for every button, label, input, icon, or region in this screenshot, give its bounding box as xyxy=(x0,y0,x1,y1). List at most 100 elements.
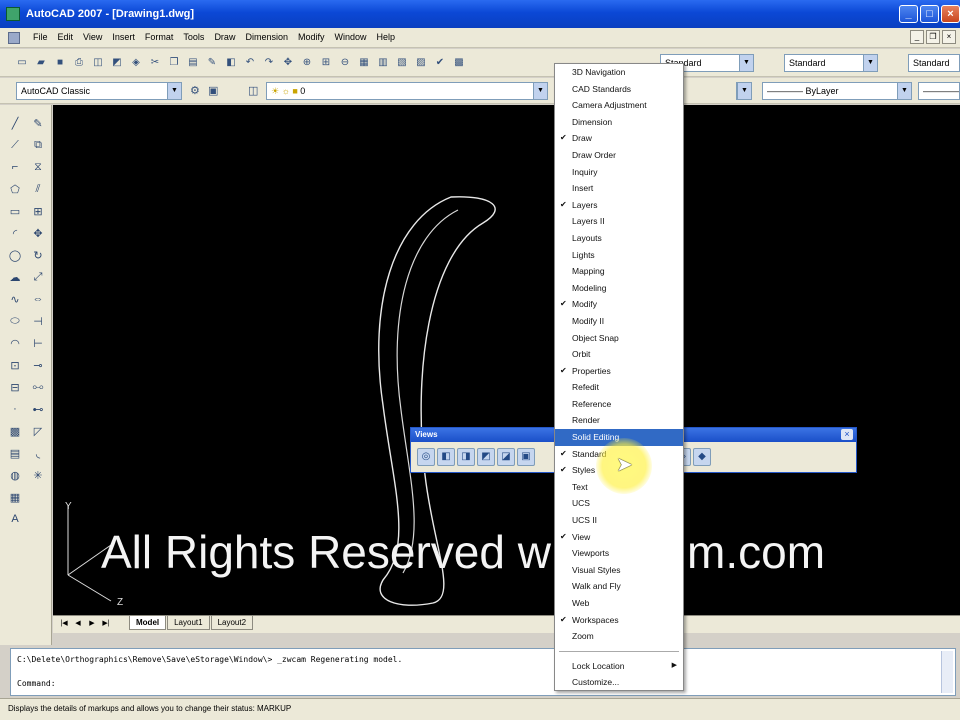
menu-tools[interactable]: Tools xyxy=(178,32,209,42)
ellipse-icon[interactable]: ⬭ xyxy=(5,315,25,337)
move-icon[interactable]: ✥ xyxy=(28,227,48,249)
make-block-icon[interactable]: ⊟ xyxy=(5,381,25,403)
doc-minimize-button[interactable]: _ xyxy=(910,30,924,44)
polyline-icon[interactable]: ⌐ xyxy=(5,161,25,183)
gradient-icon[interactable]: ▤ xyxy=(5,447,25,469)
layer-manager-icon[interactable]: ◫ xyxy=(248,84,258,97)
menu-insert[interactable]: Insert xyxy=(107,32,140,42)
workspace-combo[interactable]: AutoCAD Classic ▼ xyxy=(16,82,182,100)
line-icon[interactable]: ╱ xyxy=(5,117,25,139)
rectangle-icon[interactable]: ▭ xyxy=(5,205,25,227)
linetype-combo[interactable]: ———— ByLayer ▼ xyxy=(762,82,912,100)
tab-layout1[interactable]: Layout1 xyxy=(167,616,210,630)
ellipse-arc-icon[interactable]: ◠ xyxy=(5,337,25,359)
workspace-settings-icon[interactable]: ⚙ xyxy=(190,84,200,97)
menu-item-properties[interactable]: ✔ Properties xyxy=(555,363,683,380)
chevron-down-icon[interactable]: ▼ xyxy=(863,55,877,71)
table-style-combo[interactable]: Standard xyxy=(908,54,960,72)
chevron-down-icon[interactable]: ▼ xyxy=(167,83,181,99)
menu-item-web[interactable]: Web xyxy=(555,595,683,612)
mirror-icon[interactable]: ⧖ xyxy=(28,161,48,183)
menu-file[interactable]: File xyxy=(28,32,53,42)
redo-icon[interactable]: ↷ xyxy=(261,55,277,71)
close-button[interactable]: × xyxy=(941,5,960,23)
zoom-window-icon[interactable]: ⊞ xyxy=(318,55,334,71)
document-icon[interactable] xyxy=(8,32,20,44)
next-tab-icon[interactable]: ▶ xyxy=(85,619,99,627)
left-view-icon[interactable]: ◩ xyxy=(477,448,495,466)
chevron-down-icon[interactable]: ▼ xyxy=(897,83,911,99)
menu-item-refedit[interactable]: Refedit xyxy=(555,379,683,396)
publish-icon[interactable]: ◩ xyxy=(109,55,125,71)
match-properties-icon[interactable]: ✎ xyxy=(204,55,220,71)
menu-view[interactable]: View xyxy=(78,32,107,42)
construction-line-icon[interactable]: ⟋ xyxy=(5,139,25,161)
fillet-icon[interactable]: ◟ xyxy=(28,447,48,469)
join-icon[interactable]: ⊷ xyxy=(28,403,48,425)
polygon-icon[interactable]: ⬠ xyxy=(5,183,25,205)
chevron-down-icon[interactable]: ▼ xyxy=(737,83,751,99)
sheet-set-icon[interactable]: ▨ xyxy=(413,55,429,71)
table-icon[interactable]: ▦ xyxy=(5,491,25,513)
break-at-point-icon[interactable]: ⊸ xyxy=(28,359,48,381)
menu-item-workspaces[interactable]: ✔ Workspaces xyxy=(555,612,683,629)
arc-icon[interactable]: ◜ xyxy=(5,227,25,249)
minimize-button[interactable]: _ xyxy=(899,5,918,23)
menu-item-dimension[interactable]: Dimension xyxy=(555,114,683,131)
drawing-canvas[interactable]: Y Z All Rights Reserved w ajim.com xyxy=(53,105,960,615)
chevron-down-icon[interactable]: ▼ xyxy=(739,55,753,71)
insert-block-icon[interactable]: ⊡ xyxy=(5,359,25,381)
close-icon[interactable]: × xyxy=(841,429,853,440)
design-center-icon[interactable]: ▥ xyxy=(375,55,391,71)
cut-icon[interactable]: ✂ xyxy=(147,55,163,71)
menu-item-lights[interactable]: Lights xyxy=(555,247,683,264)
front-view-icon[interactable]: ▣ xyxy=(517,448,535,466)
menu-dimension[interactable]: Dimension xyxy=(240,32,293,42)
menu-item-reference[interactable]: Reference xyxy=(555,396,683,413)
prev-tab-icon[interactable]: ◀ xyxy=(71,619,85,627)
menu-item-ucs[interactable]: UCS xyxy=(555,495,683,512)
my-workspace-icon[interactable]: ▣ xyxy=(208,84,218,97)
menu-item-customize[interactable]: Customize... xyxy=(555,674,683,691)
menu-item-layers-ii[interactable]: Layers II xyxy=(555,213,683,230)
menu-item-modify[interactable]: ✔ Modify xyxy=(555,296,683,313)
menu-draw[interactable]: Draw xyxy=(209,32,240,42)
named-views-icon[interactable]: ◎ xyxy=(417,448,435,466)
menu-item-mapping[interactable]: Mapping xyxy=(555,263,683,280)
menu-item-zoom[interactable]: Zoom xyxy=(555,628,683,645)
erase-icon[interactable]: ✎ xyxy=(28,117,48,139)
first-tab-icon[interactable]: |◀ xyxy=(57,619,71,627)
menu-item-view[interactable]: ✔ View xyxy=(555,529,683,546)
rotate-icon[interactable]: ↻ xyxy=(28,249,48,271)
menu-edit[interactable]: Edit xyxy=(53,32,79,42)
calculator-icon[interactable]: ▩ xyxy=(451,55,467,71)
menu-item-render[interactable]: Render xyxy=(555,412,683,429)
menu-modify[interactable]: Modify xyxy=(293,32,330,42)
menu-item-draw-order[interactable]: Draw Order xyxy=(555,147,683,164)
circle-icon[interactable]: ◯ xyxy=(5,249,25,271)
chamfer-icon[interactable]: ◸ xyxy=(28,425,48,447)
plot-icon[interactable]: ⎙ xyxy=(71,55,87,71)
menu-item-modify-ii[interactable]: Modify II xyxy=(555,313,683,330)
plot-preview-icon[interactable]: ◫ xyxy=(90,55,106,71)
doc-close-button[interactable]: × xyxy=(942,30,956,44)
markup-icon[interactable]: ✔ xyxy=(432,55,448,71)
properties-icon[interactable]: ▦ xyxy=(356,55,372,71)
open-icon[interactable]: ▰ xyxy=(33,55,49,71)
break-icon[interactable]: ⧟ xyxy=(28,381,48,403)
revision-cloud-icon[interactable]: ☁ xyxy=(5,271,25,293)
explode-icon[interactable]: ✳ xyxy=(28,469,48,491)
new-icon[interactable]: ▭ xyxy=(14,55,30,71)
menu-item-cad-standards[interactable]: CAD Standards xyxy=(555,81,683,98)
color-combo[interactable]: ▼ xyxy=(736,82,752,100)
menu-item-layers[interactable]: ✔ Layers xyxy=(555,197,683,214)
menu-window[interactable]: Window xyxy=(330,32,372,42)
last-tab-icon[interactable]: ▶| xyxy=(99,619,113,627)
maximize-button[interactable]: □ xyxy=(920,5,939,23)
stretch-icon[interactable]: ⇔ xyxy=(28,293,48,315)
zoom-realtime-icon[interactable]: ⊕ xyxy=(299,55,315,71)
menu-item-camera-adjustment[interactable]: Camera Adjustment xyxy=(555,97,683,114)
menu-item-draw[interactable]: ✔ Draw xyxy=(555,130,683,147)
spline-icon[interactable]: ∿ xyxy=(5,293,25,315)
paste-icon[interactable]: ▤ xyxy=(185,55,201,71)
